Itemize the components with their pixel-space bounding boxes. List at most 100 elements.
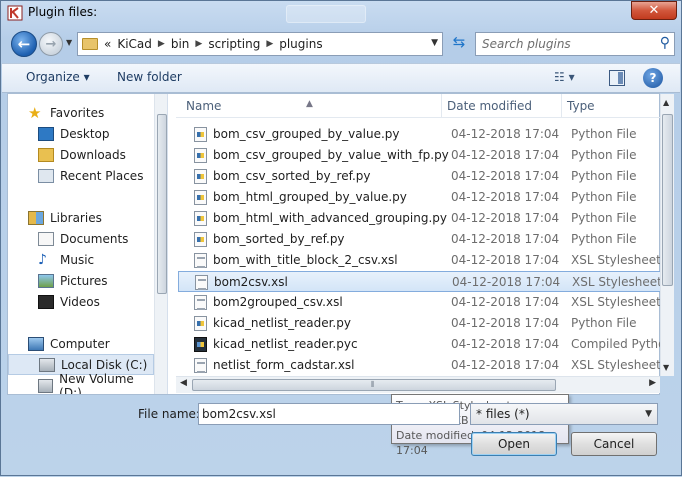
nav-downloads[interactable]: Downloads <box>8 144 154 165</box>
table-row[interactable]: kicad_netlist_reader.pyc 04-12-2018 17:04… <box>178 334 673 355</box>
compiled-python-file-icon <box>194 337 207 352</box>
refresh-icon: ⇆ <box>452 33 466 51</box>
nav-pictures[interactable]: Pictures <box>8 270 154 291</box>
file-type: Python File <box>571 169 637 183</box>
nav-recent-places[interactable]: Recent Places <box>8 165 154 186</box>
chevron-right-icon[interactable]: ▶ <box>158 39 165 49</box>
change-view-button[interactable]: ☷ ▾ <box>554 70 590 88</box>
search-input[interactable]: Search plugins ⚲ <box>475 32 675 56</box>
horizontal-scrollbar-thumb[interactable]: ⦀ <box>192 379 556 391</box>
nav-label: Local Disk (C:) <box>61 357 148 372</box>
table-row[interactable]: bom_csv_grouped_by_value.py 04-12-2018 17… <box>178 124 662 145</box>
table-row[interactable]: kicad_netlist_reader.py 04-12-2018 17:04 P… <box>178 313 662 334</box>
disk-icon <box>39 357 55 372</box>
nav-videos[interactable]: Videos <box>8 291 154 312</box>
command-toolbar: Organize ▾ New folder ☷ ▾ ? <box>2 63 680 93</box>
nav-new-volume-d[interactable]: New Volume (D:) <box>8 372 154 394</box>
file-type: Python File <box>571 148 637 162</box>
column-divider[interactable] <box>561 94 562 118</box>
videos-icon <box>38 294 54 309</box>
breadcrumb-kicad[interactable]: KiCad <box>117 37 152 51</box>
back-button[interactable]: ← <box>11 31 37 57</box>
grip-icon: ⦀ <box>371 380 375 389</box>
filename-input[interactable]: bom2csv.xsl <box>198 403 460 425</box>
open-button[interactable]: Open <box>471 432 557 456</box>
forward-arrow-icon: → <box>45 36 57 52</box>
column-header-date[interactable]: Date modified <box>447 99 532 113</box>
chevron-right-icon[interactable]: ▶ <box>195 39 202 49</box>
help-button[interactable]: ? <box>643 68 663 88</box>
star-icon: ★ <box>28 103 42 122</box>
nav-scrollbar[interactable] <box>154 94 167 394</box>
table-row[interactable]: bom2grouped_csv.xsl 04-12-2018 17:04 XSL S… <box>178 292 662 313</box>
file-date: 04-12-2018 17:04 <box>451 211 560 225</box>
address-bar[interactable]: « KiCad ▶ bin ▶ scripting ▶ plugins ▼ <box>77 32 443 56</box>
scroll-left-icon[interactable]: ◀ <box>180 378 187 388</box>
breadcrumb-scripting[interactable]: scripting <box>208 37 260 51</box>
column-divider[interactable] <box>441 94 442 118</box>
file-list-vertical-scrollbar[interactable]: ▲ ▼ <box>660 94 674 376</box>
file-date: 04-12-2018 17:04 <box>451 358 560 372</box>
table-row[interactable]: bom_html_grouped_by_value.py 04-12-2018 1… <box>178 187 662 208</box>
music-icon: ♪ <box>38 251 47 268</box>
file-type: Python File <box>571 190 637 204</box>
close-button[interactable]: ✕ <box>631 1 677 20</box>
file-type: XSL Stylesheet <box>571 253 661 267</box>
table-row[interactable]: bom_sorted_by_ref.py 04-12-2018 17:04 Pyth… <box>178 229 662 250</box>
xsl-file-icon <box>194 295 207 310</box>
file-list-horizontal-scrollbar[interactable]: ◀ ⦀ ▶ <box>176 376 660 393</box>
address-dropdown-icon[interactable]: ▼ <box>431 38 438 48</box>
file-date: 04-12-2018 17:04 <box>452 275 561 289</box>
file-dialog-window: Plugin files: ✕ ← → ▼ « KiCad ▶ bin ▶ sc… <box>0 0 682 476</box>
file-date: 04-12-2018 17:04 <box>451 295 560 309</box>
python-file-icon <box>194 232 207 247</box>
table-row-selected[interactable]: bom2csv.xsl 04-12-2018 17:04 XSL Styleshee… <box>178 271 662 292</box>
nav-music[interactable]: ♪ Music <box>8 249 154 270</box>
forward-button[interactable]: → <box>39 32 63 56</box>
table-row[interactable]: bom_html_with_advanced_grouping.py 04-12-… <box>178 208 662 229</box>
scroll-down-icon[interactable]: ▼ <box>663 363 669 372</box>
table-row[interactable]: bom_csv_grouped_by_value_with_fp.py 04-12… <box>178 145 662 166</box>
cancel-button[interactable]: Cancel <box>571 432 657 456</box>
nav-scrollbar-thumb[interactable] <box>157 114 167 294</box>
search-placeholder: Search plugins <box>482 37 571 51</box>
refresh-button[interactable]: ⇆ <box>447 33 471 55</box>
window-title: Plugin files: <box>28 5 98 19</box>
breadcrumb-overflow[interactable]: « <box>104 37 111 51</box>
python-file-icon <box>194 148 207 163</box>
nav-desktop[interactable]: Desktop <box>8 123 154 144</box>
nav-documents[interactable]: Documents <box>8 228 154 249</box>
breadcrumb-bin[interactable]: bin <box>171 37 190 51</box>
file-date: 04-12-2018 17:04 <box>451 127 560 141</box>
column-header-type[interactable]: Type <box>567 99 595 113</box>
column-header-name[interactable]: Name <box>186 99 221 113</box>
nav-label: Computer <box>50 336 110 351</box>
scroll-up-icon[interactable]: ▲ <box>663 98 669 107</box>
nav-favorites[interactable]: ★ Favorites <box>8 102 154 123</box>
scroll-right-icon[interactable]: ▶ <box>649 378 656 388</box>
nav-computer[interactable]: Computer <box>8 333 154 354</box>
organize-menu-button[interactable]: Organize ▾ <box>26 70 90 84</box>
vertical-scrollbar-thumb[interactable] <box>662 114 673 286</box>
python-file-icon <box>194 211 207 226</box>
table-row[interactable]: bom_with_title_block_2_csv.xsl 04-12-2018… <box>178 250 662 271</box>
nav-label: Libraries <box>50 210 102 225</box>
recent-locations-dropdown[interactable]: ▼ <box>66 38 72 47</box>
python-file-icon <box>194 169 207 184</box>
file-date: 04-12-2018 17:04 <box>451 148 560 162</box>
table-row[interactable]: bom_csv_sorted_by_ref.py 04-12-2018 17:04… <box>178 166 662 187</box>
file-name: netlist_form_cadstar.xsl <box>213 358 355 372</box>
chevron-right-icon[interactable]: ▶ <box>266 39 273 49</box>
file-name: bom_csv_grouped_by_value_with_fp.py <box>213 148 449 162</box>
preview-pane-button[interactable] <box>609 70 625 86</box>
filetype-select[interactable]: * files (*) ▼ <box>470 403 658 425</box>
new-folder-button[interactable]: New folder <box>117 70 182 84</box>
table-row[interactable]: netlist_form_cadstar.xsl 04-12-2018 17:04… <box>178 355 662 376</box>
help-icon: ? <box>649 71 657 85</box>
search-icon: ⚲ <box>659 35 670 51</box>
breadcrumb-plugins[interactable]: plugins <box>279 37 322 51</box>
python-file-icon <box>194 127 207 142</box>
nav-libraries[interactable]: Libraries <box>8 207 154 228</box>
file-type: Python File <box>571 316 637 330</box>
nav-label: Downloads <box>60 147 126 162</box>
